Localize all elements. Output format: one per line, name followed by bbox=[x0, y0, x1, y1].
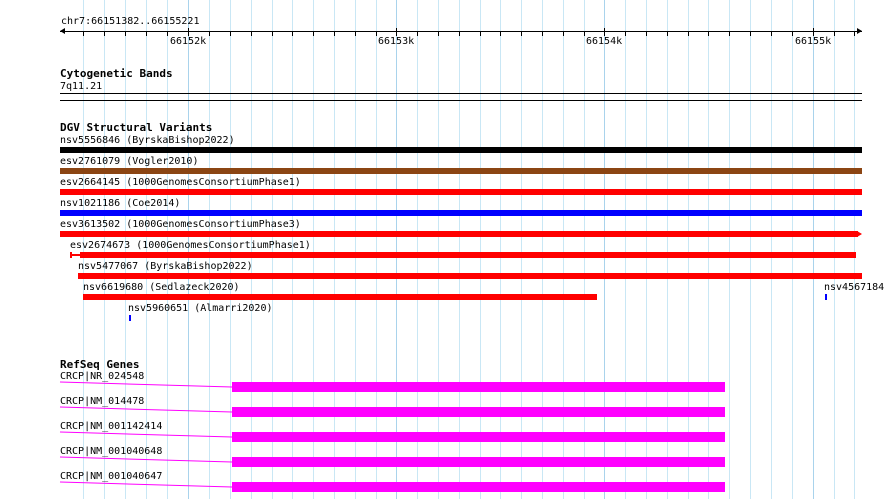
gene-label: CRCP|NM_001040648 bbox=[60, 446, 163, 457]
gene-exon[interactable] bbox=[232, 382, 725, 392]
gene-label: CRCP|NM_014478 bbox=[60, 396, 145, 407]
gene-exon[interactable] bbox=[232, 482, 725, 492]
gene-exon[interactable] bbox=[232, 432, 725, 442]
gene-label: CRCP|NM_001142414 bbox=[60, 421, 163, 432]
gene-exon[interactable] bbox=[232, 407, 725, 417]
gene-label: CRCP|NM_001040647 bbox=[60, 471, 163, 482]
gene-exon[interactable] bbox=[232, 457, 725, 467]
gene-label: CRCP|NR_024548 bbox=[60, 371, 145, 382]
genome-browser-view[interactable]: chr7:66151382..66155221 66152k 66153k 66… bbox=[0, 0, 890, 499]
